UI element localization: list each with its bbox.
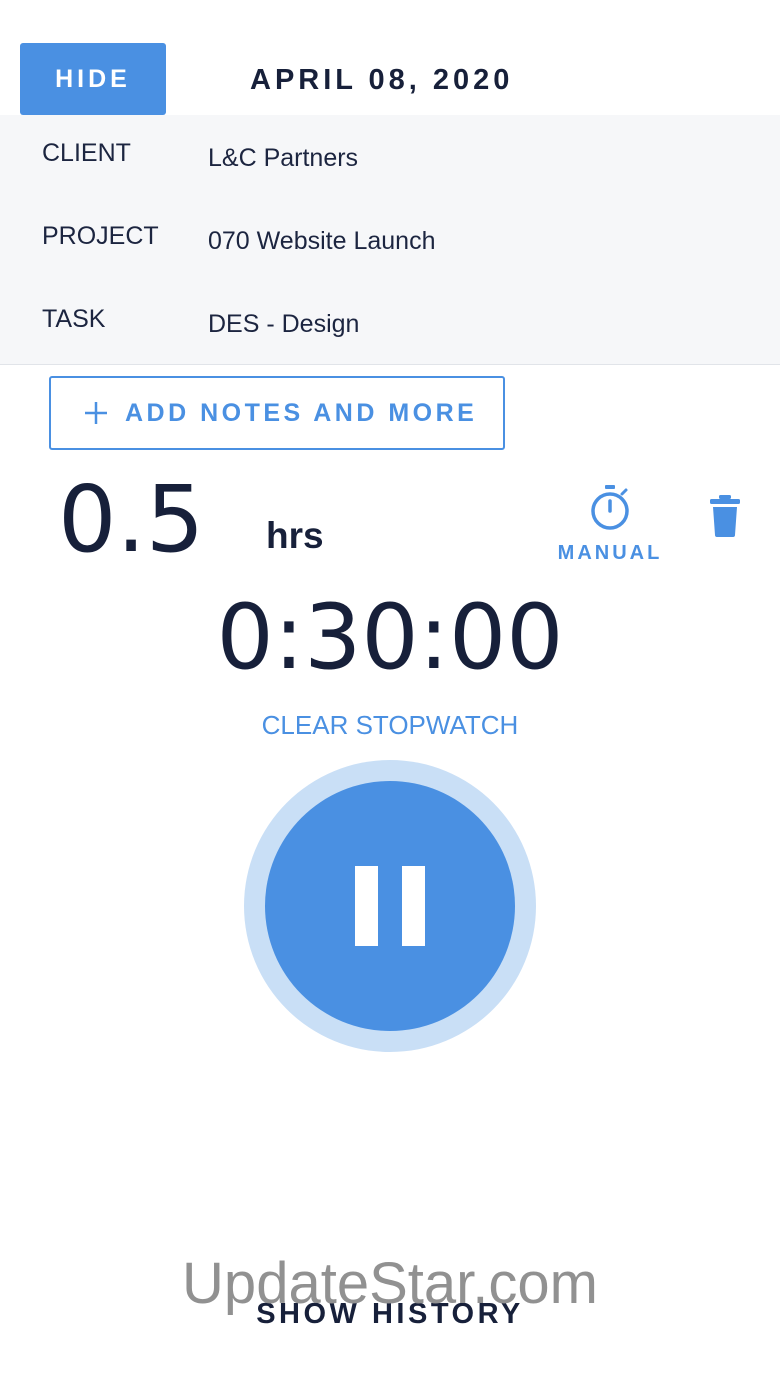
add-notes-button[interactable]: ADD NOTES AND MORE bbox=[49, 376, 505, 450]
project-value[interactable]: 070 Website Launch bbox=[208, 227, 435, 256]
task-value[interactable]: DES - Design bbox=[208, 310, 359, 339]
clear-stopwatch-button[interactable]: CLEAR STOPWATCH bbox=[0, 710, 780, 741]
date-title: APRIL 08, 2020 bbox=[250, 64, 514, 96]
manual-button[interactable]: MANUAL bbox=[545, 484, 675, 568]
task-label: TASK bbox=[42, 305, 106, 333]
add-notes-label: ADD NOTES AND MORE bbox=[125, 398, 478, 427]
delete-button[interactable] bbox=[706, 494, 744, 538]
pause-button-core[interactable] bbox=[265, 781, 515, 1031]
project-row[interactable]: PROJECT 070 Website Launch bbox=[0, 198, 780, 282]
hide-button[interactable]: HIDE bbox=[20, 43, 166, 115]
hours-value[interactable]: 0.5 bbox=[58, 470, 204, 570]
client-label: CLIENT bbox=[42, 139, 131, 167]
plus-icon bbox=[85, 402, 107, 424]
client-value[interactable]: L&C Partners bbox=[208, 144, 358, 173]
hours-unit: hrs bbox=[266, 515, 324, 556]
client-row[interactable]: CLIENT L&C Partners bbox=[0, 115, 780, 199]
pause-icon bbox=[355, 866, 425, 946]
task-row[interactable]: TASK DES - Design bbox=[0, 281, 780, 365]
timer-display: 0:30:00 bbox=[216, 585, 564, 690]
project-label: PROJECT bbox=[42, 222, 159, 250]
trash-icon bbox=[710, 495, 740, 537]
stopwatch-icon bbox=[591, 485, 629, 530]
show-history-button[interactable]: SHOW HISTORY bbox=[0, 1298, 780, 1331]
pause-button[interactable] bbox=[244, 760, 536, 1052]
manual-label: MANUAL bbox=[557, 542, 663, 564]
